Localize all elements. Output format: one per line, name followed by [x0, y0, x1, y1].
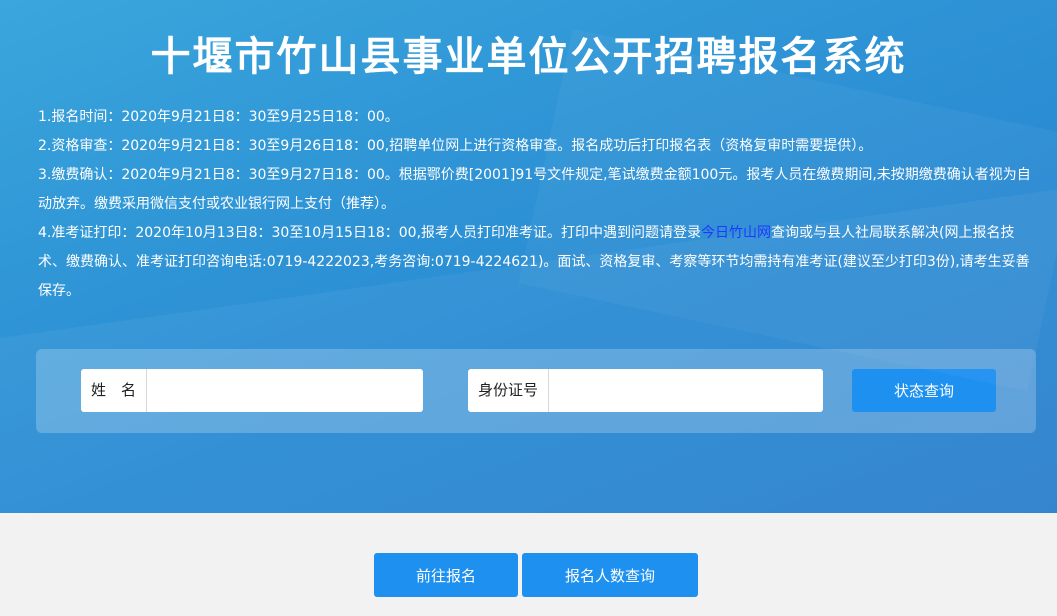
apply-button[interactable]: 前往报名 — [374, 553, 518, 597]
notice-line-1: 1.报名时间：2020年9月21日8：30至9月25日18：00。 — [38, 109, 399, 125]
notice-line-3: 3.缴费确认：2020年9月21日8：30至9月27日18：00。根据鄂价费[2… — [38, 167, 1031, 212]
notice-line-2: 2.资格审查：2020年9月21日8：30至9月26日18：00,招聘单位网上进… — [38, 138, 873, 154]
notice-line-4: 4.准考证打印：2020年10月13日8：30至10月15日18：00,报考人员… — [38, 219, 1038, 306]
hero-banner: 十堰市竹山县事业单位公开招聘报名系统 1.报名时间：2020年9月21日8：30… — [0, 0, 1057, 513]
search-panel: 姓 名 身份证号 状态查询 — [36, 349, 1036, 433]
jinri-zhushan-link[interactable]: 今日竹山网 — [701, 225, 771, 241]
status-query-button[interactable]: 状态查询 — [852, 369, 996, 412]
name-field[interactable]: 姓 名 — [81, 369, 423, 412]
id-number-label: 身份证号 — [468, 369, 550, 412]
notice-line-4-text: 4.准考证打印：2020年10月13日8：30至10月15日18：00,报考人员… — [38, 225, 702, 241]
name-label: 姓 名 — [81, 369, 148, 412]
notice-block: 1.报名时间：2020年9月21日8：30至9月25日18：00。 2.资格审查… — [38, 103, 1038, 306]
page-title: 十堰市竹山县事业单位公开招聘报名系统 — [150, 34, 907, 80]
name-input[interactable] — [153, 369, 423, 412]
applicant-count-button[interactable]: 报名人数查询 — [522, 553, 698, 597]
id-number-input[interactable] — [554, 369, 823, 412]
id-number-field[interactable]: 身份证号 — [468, 369, 823, 412]
